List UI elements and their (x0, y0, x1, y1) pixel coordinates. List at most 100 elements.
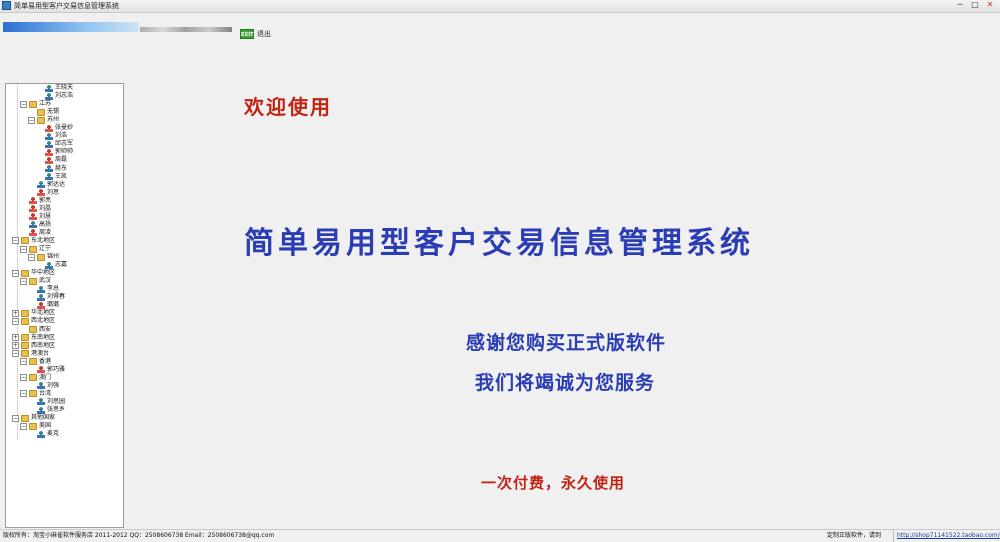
tree-node[interactable]: 王晓天 (36, 84, 73, 92)
tree-node[interactable]: − 江苏 (20, 100, 51, 108)
tree-node[interactable]: − 苏州 (28, 116, 59, 124)
male-icon (37, 285, 45, 293)
male-icon (45, 84, 53, 92)
tree-node[interactable]: 王凯 (36, 173, 67, 181)
tree-node-label: 东北地区 (31, 236, 56, 244)
tree-node-label: 赫东 (55, 164, 68, 172)
tree-node-label: 刘强 (47, 381, 60, 389)
tree-node-label: 其他国家 (31, 414, 56, 422)
tree-node[interactable]: 郭帅帅 (36, 148, 73, 156)
tree-node-label: 刘志浩 (55, 92, 74, 100)
customer-tree[interactable]: 王晓天 刘志浩 − 江苏 无锡 − 苏州 张曼妙 刘浩 邱志军 郭帅帅 周磊 赫东 王凯 郭达达 刘思 郭亮 刘晶… (5, 83, 124, 528)
tree-node[interactable]: − 香港 (20, 358, 51, 366)
tree-node[interactable]: − 东北地区 (12, 237, 55, 245)
exit-button[interactable]: EXIT 退出 (240, 28, 271, 40)
tree-node-label: 锦州 (47, 253, 60, 261)
close-button[interactable]: ✕ (984, 0, 996, 10)
tree-node[interactable]: 刘志浩 (36, 92, 73, 100)
folder-icon (29, 100, 37, 108)
female-icon (37, 301, 45, 309)
male-icon (37, 293, 45, 301)
female-icon (29, 213, 37, 221)
tree-node[interactable]: + 东南地区 (12, 334, 55, 342)
tree-node[interactable]: − 锦州 (28, 253, 59, 261)
tree-guide-line (17, 84, 19, 439)
slogan-text: 一次付费，永久使用 (481, 474, 626, 492)
tree-node[interactable]: 周磊 (36, 156, 67, 164)
tree-node[interactable]: 刘思 (28, 189, 59, 197)
tree-node[interactable]: − 西北地区 (12, 317, 55, 325)
tree-node[interactable]: − 港澳台 (12, 350, 49, 358)
female-icon (45, 148, 53, 156)
system-title: 简单易用型客户交易信息管理系统 (244, 226, 754, 261)
collapse-icon[interactable]: − (20, 277, 27, 285)
male-icon (37, 398, 45, 406)
exit-icon: EXIT (240, 29, 254, 39)
tree-node[interactable]: 麦克 (28, 430, 59, 438)
tree-node[interactable]: − 澳门 (20, 374, 51, 382)
collapse-icon[interactable]: − (12, 414, 19, 422)
collapse-icon[interactable]: − (28, 253, 35, 261)
tree-node[interactable]: − 台湾 (20, 390, 51, 398)
collapse-icon[interactable]: − (20, 422, 27, 430)
collapse-icon[interactable]: − (20, 390, 27, 398)
collapse-icon[interactable]: − (20, 358, 27, 366)
welcome-panel (123, 55, 1000, 527)
tree-node-label: 麦克 (47, 430, 60, 438)
tree-node[interactable]: 赫东 (36, 165, 67, 173)
tree-node-label: 西南地区 (31, 341, 56, 349)
collapse-icon[interactable]: − (20, 245, 27, 253)
collapse-icon[interactable]: − (12, 237, 19, 245)
collapse-icon[interactable]: − (12, 269, 19, 277)
redacted-banner-text (140, 27, 232, 32)
tree-node-label: 周磊 (55, 156, 68, 164)
maximize-button[interactable]: □ (969, 0, 981, 10)
tree-node[interactable]: 西安 (20, 326, 51, 334)
tree-node[interactable]: + 西南地区 (12, 342, 55, 350)
male-icon (45, 140, 53, 148)
folder-icon (21, 237, 29, 245)
tree-node[interactable]: − 辽宁 (20, 245, 51, 253)
tree-node[interactable]: 刘思园 (28, 398, 65, 406)
tree-node-label: 无锡 (47, 108, 60, 116)
folder-icon (29, 422, 37, 430)
tree-node[interactable]: 郭达达 (28, 181, 65, 189)
male-icon (37, 382, 45, 390)
folder-icon (21, 342, 29, 350)
collapse-icon[interactable]: − (28, 116, 35, 124)
tree-node[interactable]: − 美国 (20, 422, 51, 430)
collapse-icon[interactable]: − (20, 100, 27, 108)
folder-icon (21, 414, 29, 422)
tree-node[interactable]: 刘晶 (20, 205, 51, 213)
tree-node[interactable]: 无锡 (28, 108, 59, 116)
tree-node-label: 高扬 (39, 220, 52, 228)
folder-icon (37, 108, 45, 116)
expand-icon[interactable]: + (12, 334, 19, 342)
tree-node[interactable]: 志嘉 (36, 261, 67, 269)
tree-node[interactable]: 高扬 (20, 221, 51, 229)
custom-software-text: 定制正版软件，请到 (827, 532, 882, 539)
tree-node[interactable]: 刘慧 (20, 213, 51, 221)
shop-link[interactable]: http://shop71141522.taobao.com/ (893, 530, 1000, 542)
tree-node[interactable]: − 其他国家 (12, 414, 55, 422)
tree-node-label: 郭亮 (39, 196, 52, 204)
tree-node[interactable]: − 武汉 (20, 277, 51, 285)
collapse-icon[interactable]: − (12, 317, 19, 325)
tree-node[interactable]: − 华中地区 (12, 269, 55, 277)
tree-node[interactable]: 郭亮 (20, 197, 51, 205)
window-title: 简单易用型客户交易信息管理系统 (14, 2, 119, 10)
expand-icon[interactable]: + (12, 342, 19, 350)
tree-node[interactable]: 郭巧雅 (28, 366, 65, 374)
tree-node-label: 美国 (39, 422, 52, 430)
minimize-button[interactable]: ─ (954, 0, 966, 10)
male-icon (37, 406, 45, 414)
collapse-icon[interactable]: − (12, 350, 19, 358)
expand-icon[interactable]: + (12, 309, 19, 317)
status-bar: 版权所有：淘宝小麻雀软件服务店 2011-2012 QQ：2508606738 … (0, 529, 1000, 542)
tree-node-label: 刘慧 (39, 212, 52, 220)
tree-node[interactable]: 刘强 (28, 382, 59, 390)
tree-node[interactable]: 张思乡 (28, 406, 65, 414)
tree-node-label: 志嘉 (55, 261, 68, 269)
tree-node[interactable]: 周凌 (20, 229, 51, 237)
collapse-icon[interactable]: − (20, 374, 27, 382)
